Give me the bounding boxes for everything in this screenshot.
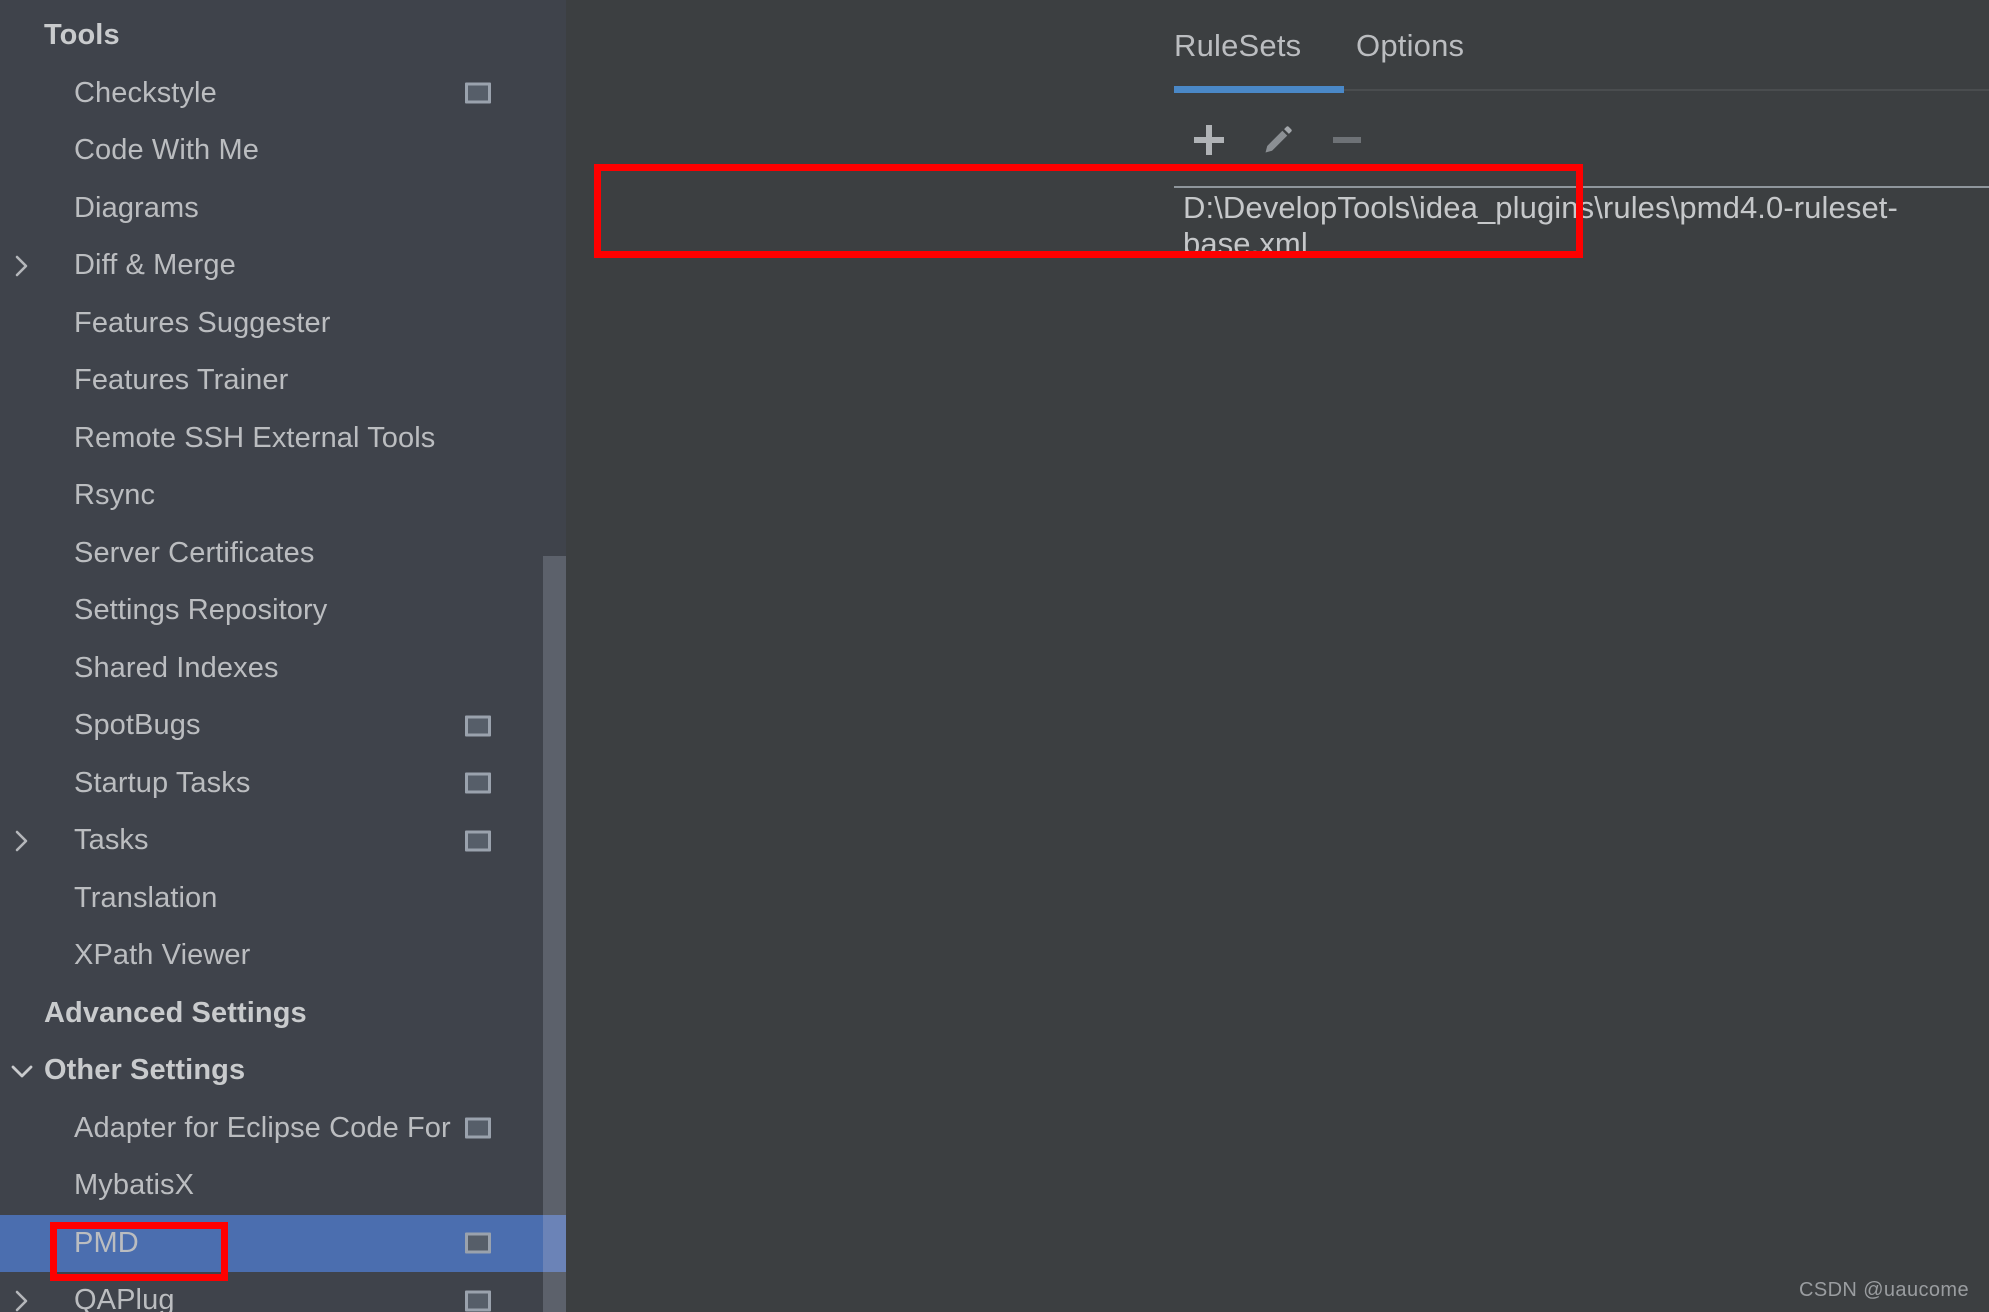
plugin-settings-icon	[465, 1290, 491, 1312]
sidebar-item-label: Features Suggester	[74, 306, 331, 339]
sidebar-item-features-trainer[interactable]: Features Trainer	[0, 352, 566, 410]
chevron-right-icon[interactable]	[0, 1287, 44, 1312]
sidebar-item-code-with-me[interactable]: Code With Me	[0, 122, 566, 180]
sidebar-item-label: Remote SSH External Tools	[74, 421, 436, 454]
sidebar-item-label: Translation	[74, 881, 218, 914]
add-ruleset-button[interactable]	[1174, 110, 1243, 170]
plus-icon	[1193, 125, 1224, 155]
plugin-settings-icon	[465, 82, 491, 104]
sidebar-item-label: Advanced Settings	[44, 996, 307, 1029]
chevron-right-icon[interactable]	[0, 252, 44, 280]
sidebar-item-label: XPath Viewer	[74, 939, 251, 972]
plugin-settings-icon	[465, 1232, 491, 1254]
sidebar-item-server-certificates[interactable]: Server Certificates	[0, 525, 566, 583]
sidebar-item-pmd[interactable]: PMD	[0, 1214, 566, 1272]
pencil-icon	[1265, 126, 1292, 153]
sidebar-item-tasks[interactable]: Tasks	[0, 812, 566, 870]
remove-ruleset-button[interactable]	[1312, 110, 1381, 170]
sidebar-item-qaplug[interactable]: QAPlug	[0, 1272, 566, 1312]
sidebar-item-features-suggester[interactable]: Features Suggester	[0, 295, 566, 353]
sidebar-item-label: Shared Indexes	[74, 651, 279, 684]
sidebar-item-label: Rsync	[74, 479, 156, 512]
sidebar-item-diagrams[interactable]: Diagrams	[0, 180, 566, 238]
plugin-settings-icon	[465, 830, 491, 852]
sidebar-item-label: Server Certificates	[74, 536, 315, 569]
plugin-settings-icon	[465, 1117, 491, 1139]
sidebar-item-other-settings[interactable]: Other Settings	[0, 1042, 566, 1100]
sidebar-item-diff-merge[interactable]: Diff & Merge	[0, 237, 566, 295]
sidebar-item-label: Other Settings	[44, 1054, 246, 1087]
settings-tree-scrollbar-track[interactable]	[543, 0, 566, 1312]
ruleset-list[interactable]: D:\DevelopTools\idea_plugins\rules\pmd4.…	[1174, 186, 1989, 1312]
sidebar-item-label: Tools	[44, 19, 120, 52]
selected-row-scrollbar-overlay	[543, 1214, 566, 1272]
sidebar-item-label: SpotBugs	[74, 709, 201, 742]
sidebar-item-mybatisx[interactable]: MybatisX	[0, 1157, 566, 1215]
sidebar-item-settings-repository[interactable]: Settings Repository	[0, 582, 566, 640]
sidebar-item-label: Diagrams	[74, 191, 199, 224]
minus-icon	[1332, 137, 1361, 143]
sidebar-item-label: Code With Me	[74, 134, 259, 167]
ruleset-path-cell: D:\DevelopTools\idea_plugins\rules\pmd4.…	[1183, 190, 1898, 261]
sidebar-item-label: PMD	[74, 1226, 139, 1259]
pmd-settings-panel: RuleSets Options D:\DevelopTools\idea_pl…	[566, 0, 1989, 1312]
sidebar-item-spotbugs[interactable]: SpotBugs	[0, 697, 566, 755]
edit-ruleset-button[interactable]	[1243, 110, 1312, 170]
sidebar-item-label: Adapter for Eclipse Code For	[74, 1111, 451, 1144]
tab-bar: RuleSets Options	[566, 0, 1989, 97]
sidebar-item-label: Features Trainer	[74, 364, 289, 397]
sidebar-item-advanced-settings[interactable]: Advanced Settings	[0, 985, 566, 1043]
tab-rulesets[interactable]: RuleSets	[1174, 28, 1301, 64]
watermark: CSDN @uaucome	[1798, 1279, 1969, 1301]
sidebar-item-tools[interactable]: Tools	[0, 7, 566, 65]
sidebar-item-remote-ssh-external-tools[interactable]: Remote SSH External Tools	[0, 410, 566, 468]
sidebar-item-xpath-viewer[interactable]: XPath Viewer	[0, 927, 566, 985]
plugin-settings-icon	[465, 772, 491, 794]
sidebar-item-checkstyle[interactable]: Checkstyle	[0, 65, 566, 123]
sidebar-item-startup-tasks[interactable]: Startup Tasks	[0, 755, 566, 813]
tab-active-indicator	[1174, 86, 1344, 93]
sidebar-item-label: QAPlug	[74, 1284, 175, 1312]
sidebar-item-label: Settings Repository	[74, 594, 328, 627]
settings-tree-scrollbar-thumb[interactable]	[543, 556, 566, 1312]
tab-options[interactable]: Options	[1356, 28, 1464, 64]
sidebar-item-adapter-for-eclipse-code-for[interactable]: Adapter for Eclipse Code For	[0, 1100, 566, 1158]
sidebar-item-label: Tasks	[74, 824, 149, 857]
chevron-right-icon[interactable]	[0, 827, 44, 855]
plugin-settings-icon	[465, 715, 491, 737]
sidebar-item-translation[interactable]: Translation	[0, 870, 566, 928]
sidebar-item-label: Checkstyle	[74, 76, 217, 109]
ruleset-list-row[interactable]: D:\DevelopTools\idea_plugins\rules\pmd4.…	[1174, 186, 1989, 264]
settings-dialog: Tools Checkstyle Code With Me Diagrams Diff …	[0, 0, 1989, 1312]
sidebar-item-label: Startup Tasks	[74, 766, 251, 799]
sidebar-item-rsync[interactable]: Rsync	[0, 467, 566, 525]
settings-sidebar: Tools Checkstyle Code With Me Diagrams Diff …	[0, 0, 566, 1312]
ruleset-toolbar	[1174, 110, 1381, 170]
chevron-down-icon[interactable]	[0, 1062, 44, 1080]
sidebar-item-label: Diff & Merge	[74, 249, 236, 282]
sidebar-item-label: MybatisX	[74, 1169, 195, 1202]
sidebar-item-shared-indexes[interactable]: Shared Indexes	[0, 640, 566, 698]
